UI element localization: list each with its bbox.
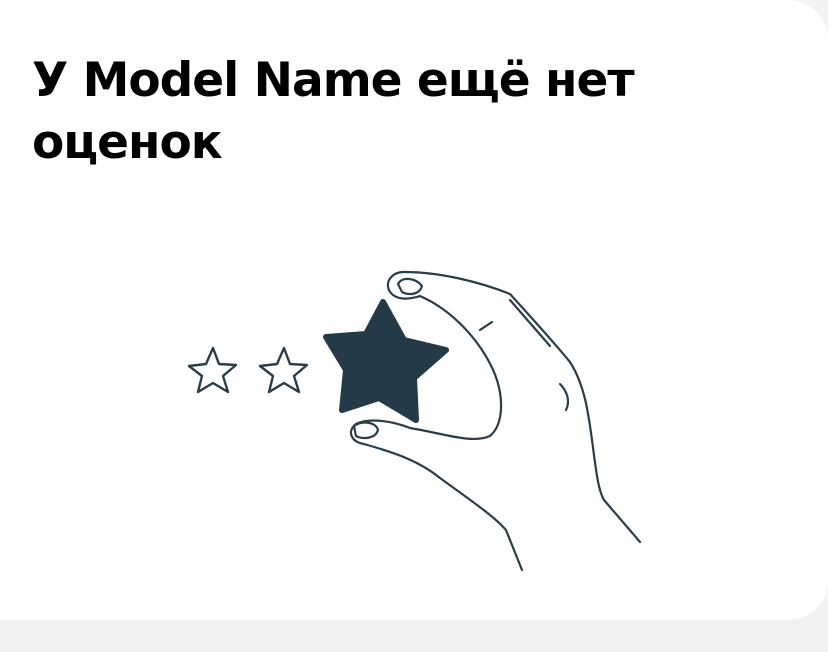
filled-star-icon [323,299,449,423]
outline-star-icon [187,346,238,394]
outline-star-icon [258,346,309,394]
hand-holding-star-icon [187,270,642,572]
empty-reviews-card: У Model Name ещё нет оценок [0,0,828,620]
